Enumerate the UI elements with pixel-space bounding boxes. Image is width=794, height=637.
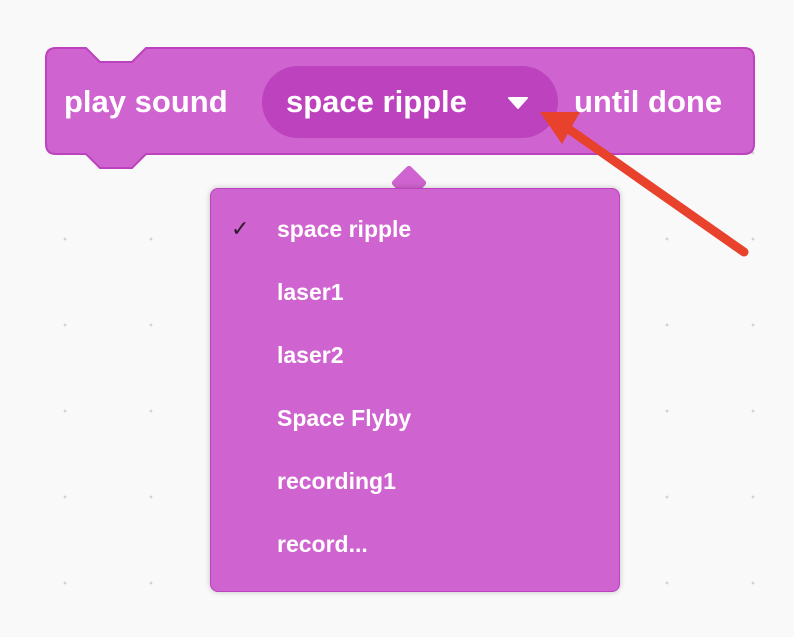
sound-dropdown[interactable]: space ripple — [262, 66, 558, 138]
menu-item-label: laser2 — [277, 342, 344, 368]
play-sound-label: play sound — [64, 84, 228, 119]
until-done-label: until done — [574, 84, 723, 119]
play-sound-until-done-block[interactable]: play sound space ripple until done — [0, 0, 794, 200]
menu-item-label: space ripple — [277, 216, 412, 242]
menu-item-space-flyby[interactable]: Space Flyby — [211, 390, 619, 446]
sound-dropdown-value: space ripple — [286, 84, 467, 119]
menu-item-label: recording1 — [277, 468, 396, 494]
menu-item-label: record... — [277, 531, 368, 557]
menu-item-laser1[interactable]: laser1 — [211, 264, 619, 320]
menu-item-label: Space Flyby — [277, 405, 412, 431]
menu-item-space-ripple[interactable]: ✓ space ripple — [211, 201, 619, 257]
sound-dropdown-menu: ✓ space ripple laser1 laser2 Space Flyby… — [210, 188, 620, 592]
caret-down-icon — [508, 97, 528, 109]
checkmark-icon: ✓ — [231, 216, 250, 241]
menu-item-laser2[interactable]: laser2 — [211, 327, 619, 383]
menu-item-record[interactable]: record... — [211, 516, 619, 572]
menu-item-recording1[interactable]: recording1 — [211, 453, 619, 509]
menu-item-label: laser1 — [277, 279, 344, 305]
